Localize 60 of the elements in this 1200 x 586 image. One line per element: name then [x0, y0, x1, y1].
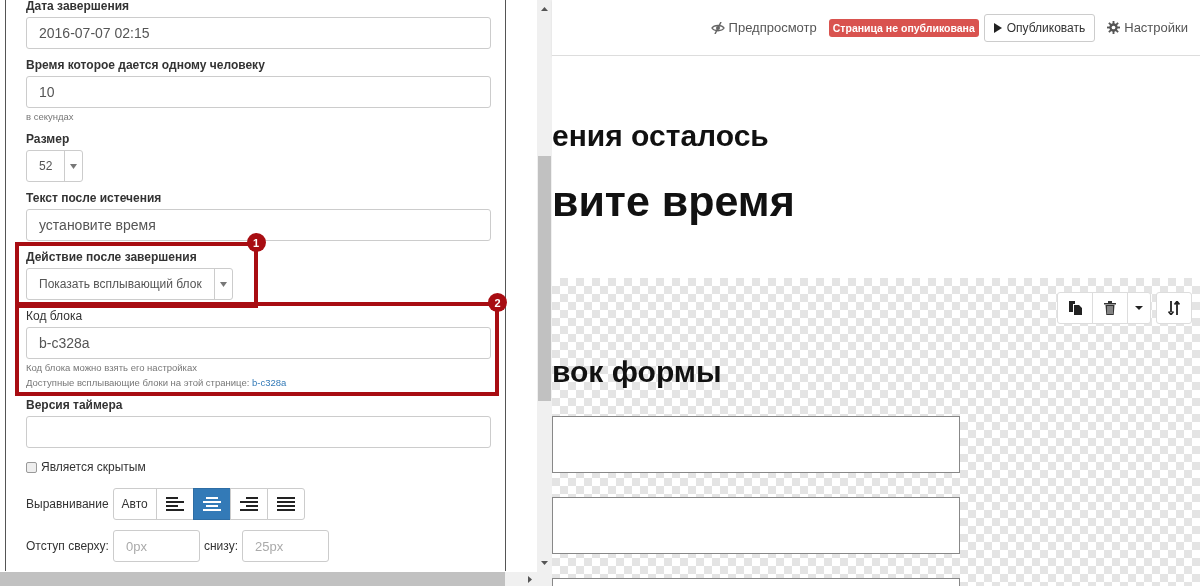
align-right-button[interactable] [229, 488, 268, 520]
settings-icon [1107, 21, 1121, 34]
field-label: Действие после завершения [26, 250, 198, 265]
sort-arrows-icon [1168, 301, 1180, 315]
vertical-scrollbar-thumb[interactable] [538, 156, 551, 401]
caret-icon [70, 163, 78, 169]
page-heading: ения осталось [552, 118, 770, 154]
horizontal-scrollbar-thumb[interactable] [0, 572, 505, 586]
field-label: Выравнивание [26, 497, 109, 511]
align-left-icon [165, 497, 184, 511]
sort-button[interactable] [1156, 292, 1192, 324]
align-justify-icon [276, 497, 295, 511]
bottom-padding-input[interactable]: 25px [242, 530, 329, 562]
field-label: Дата завершения [26, 0, 131, 14]
copy-button[interactable] [1057, 292, 1093, 324]
delete-button[interactable] [1092, 292, 1128, 324]
timer-text: вите время [552, 176, 796, 226]
form-heading: вок формы [552, 354, 723, 390]
field-label: Размер [26, 132, 71, 147]
select-dropdown[interactable]: 52 [26, 150, 84, 182]
text-input[interactable]: 10 [26, 76, 491, 108]
help-text: в секундах [26, 111, 75, 123]
field-label: Время которое дается одному человеку [26, 58, 266, 73]
align-center-button[interactable] [192, 488, 231, 520]
play-icon [993, 22, 1002, 33]
align-auto-button[interactable]: Авто [112, 488, 157, 520]
help-text: Код блока можно взять его настройках [26, 362, 198, 374]
text-input[interactable]: b-c328a [26, 327, 491, 359]
text-input[interactable] [26, 416, 491, 448]
copy-icon [1068, 301, 1082, 315]
align-justify-button[interactable] [266, 488, 305, 520]
field-label: Версия таймера [26, 398, 124, 413]
align-center-icon [202, 497, 221, 511]
checkbox[interactable] [26, 461, 37, 473]
text-input[interactable]: 2016-07-07 02:15 [26, 17, 491, 49]
scroll-up-arrow-icon[interactable] [541, 7, 548, 11]
publish-button[interactable]: Опубликовать [983, 13, 1096, 42]
field-label: Текст после истечения [26, 191, 163, 206]
checkbox-label: Является скрытым [41, 460, 146, 474]
trash-icon [1104, 301, 1116, 315]
eye-slash-icon [710, 21, 725, 34]
form-input[interactable] [552, 416, 960, 473]
align-left-button[interactable] [155, 488, 194, 520]
block-code-link[interactable]: b-c328a [252, 377, 287, 388]
top-padding-input[interactable]: 0px [112, 530, 200, 562]
preview-link[interactable]: Предпросмотр [710, 20, 817, 35]
status-badge: Страница не опубликована [828, 18, 979, 37]
caret-icon [1135, 306, 1143, 310]
field-label: Отступ сверху: [26, 539, 109, 553]
form-input[interactable] [552, 497, 960, 554]
help-text: Доступные всплывающие блоки на этой странице: b-c328a [26, 377, 288, 389]
caret-icon [219, 281, 227, 287]
settings-link[interactable]: Настройки [1107, 20, 1188, 35]
scroll-down-arrow-icon[interactable] [541, 561, 548, 565]
scroll-right-arrow-icon[interactable] [528, 575, 532, 583]
select-dropdown[interactable]: Показать всплывающий блок [26, 268, 233, 300]
field-label: снизу: [203, 539, 238, 553]
annotation-badge: 2 [488, 293, 507, 312]
field-label: Код блока [26, 309, 84, 324]
align-right-icon [239, 497, 258, 511]
